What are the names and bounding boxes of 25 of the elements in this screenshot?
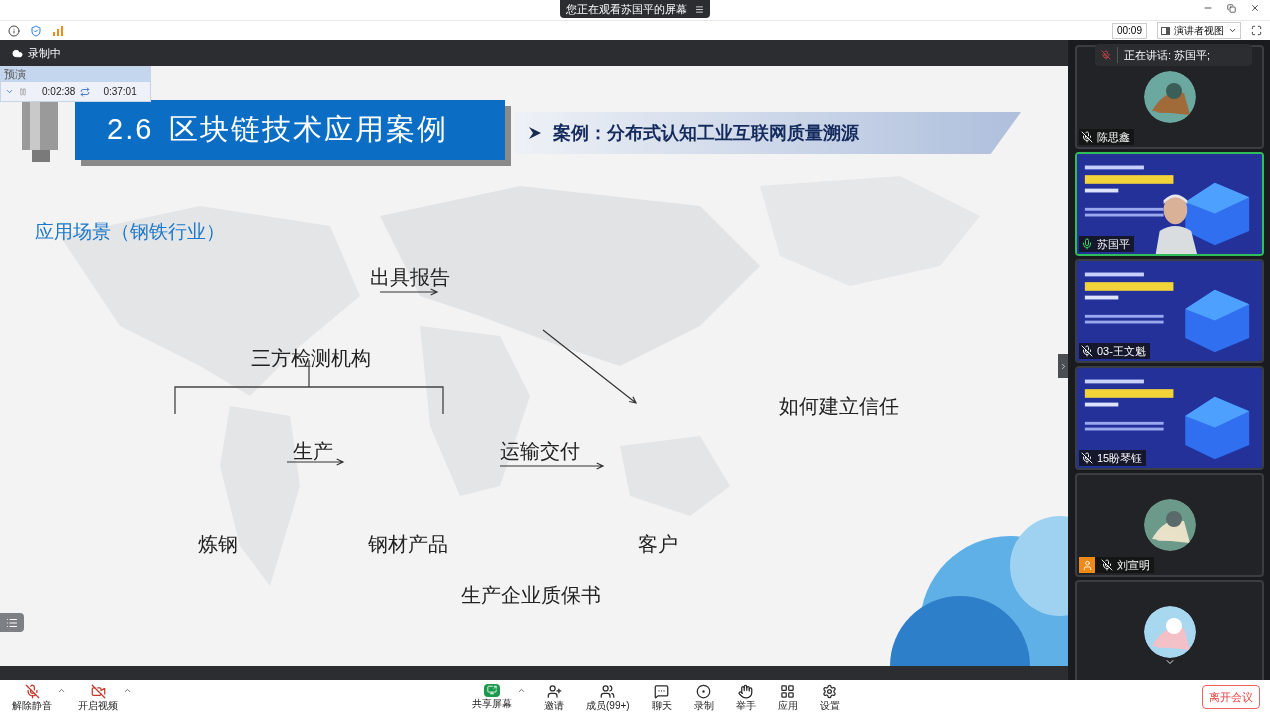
diagram-label: 客户	[638, 532, 678, 557]
participant-name: 陈思鑫	[1097, 131, 1130, 143]
recording-label: 录制中	[28, 45, 61, 61]
participant-name: 03-王文魁	[1097, 345, 1146, 357]
elapsed-time: 0:02:38	[42, 85, 76, 99]
diagram-label: 运输交付	[500, 439, 580, 464]
banner-text: 您正在观看苏国平的屏幕	[566, 1, 687, 17]
scene-label: 应用场景（钢铁行业）	[35, 220, 225, 244]
title-number: 2.6	[107, 112, 154, 148]
diagram-label: 钢材产品	[368, 532, 448, 557]
total-time: 0:37:01	[103, 85, 137, 99]
diagram-label: 炼钢	[198, 532, 238, 557]
rehearsal-title: 预演	[1, 67, 150, 82]
speaker-text: 正在讲话: 苏国平;	[1117, 46, 1211, 64]
title-text: 区块链技术应用案例	[169, 112, 449, 148]
participant-name: 苏国平	[1097, 238, 1130, 250]
diagram-label: 生产企业质保书	[461, 583, 601, 608]
diagram-label: 三方检测机构	[251, 346, 371, 371]
diagram-label: 生产	[293, 439, 333, 464]
subtitle-text: 案例：分布式认知工业互联网质量溯源	[553, 121, 859, 145]
meeting-timer: 00:09	[1111, 22, 1147, 39]
participant-name: 刘宣明	[1117, 559, 1150, 571]
diagram-label: 如何建立信任	[779, 394, 899, 419]
diagram-label: 出具报告	[370, 265, 450, 290]
participant-name: 15盼琴钰	[1097, 452, 1143, 464]
